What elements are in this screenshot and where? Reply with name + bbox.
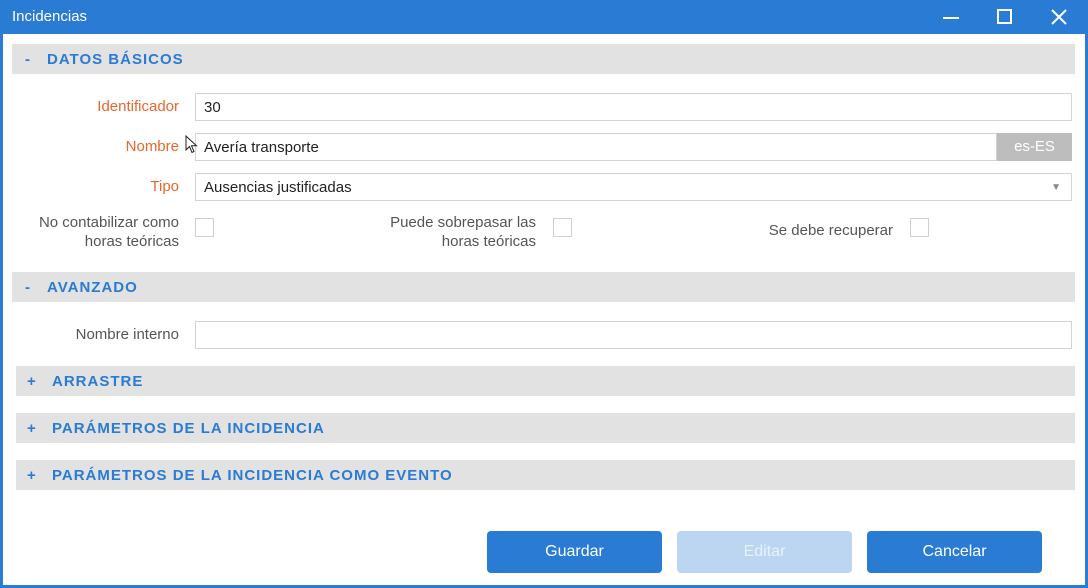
section-drag[interactable]: + ARRASTRE <box>16 366 1075 396</box>
name-input[interactable]: Avería transporte <box>195 133 997 161</box>
cancel-button[interactable]: Cancelar <box>867 531 1042 573</box>
save-button[interactable]: Guardar <box>487 531 662 573</box>
name-label: Nombre <box>125 138 179 155</box>
expand-icon: + <box>27 373 37 390</box>
section-params-event[interactable]: + PARÁMETROS DE LA INCIDENCIA COMO EVENT… <box>16 460 1075 490</box>
section-advanced-label: AVANZADO <box>47 279 138 296</box>
chevron-down-icon: ▼ <box>1051 182 1061 193</box>
section-drag-label: ARRASTRE <box>52 373 144 390</box>
expand-icon: + <box>27 420 37 437</box>
can-exceed-label-line2: horas teóricas <box>441 233 536 250</box>
section-advanced[interactable]: - AVANZADO <box>12 272 1075 302</box>
dialog-window: Incidencias - DATOS BÁSICOS Identificado… <box>0 0 1088 588</box>
edit-button[interactable]: Editar <box>677 531 852 573</box>
expand-icon: + <box>27 467 37 484</box>
section-basic-data-label: DATOS BÁSICOS <box>47 51 184 68</box>
mouse-cursor-icon <box>185 135 198 154</box>
minimize-button[interactable] <box>925 0 977 34</box>
section-params-label: PARÁMETROS DE LA INCIDENCIA <box>52 420 325 437</box>
type-select-value: Ausencias justificadas <box>204 179 352 196</box>
minimize-icon <box>943 17 959 19</box>
collapse-icon: - <box>25 279 31 296</box>
maximize-icon <box>997 9 1012 24</box>
type-label: Tipo <box>150 178 179 195</box>
type-select[interactable]: Ausencias justificadas ▼ <box>195 173 1072 201</box>
section-params-event-label: PARÁMETROS DE LA INCIDENCIA COMO EVENTO <box>52 467 453 484</box>
identifier-input[interactable]: 30 <box>195 93 1072 121</box>
no-count-label-line1: No contabilizar como <box>38 214 179 231</box>
can-exceed-label: Puede sobrepasar las horas teóricas <box>343 213 536 251</box>
section-params[interactable]: + PARÁMETROS DE LA INCIDENCIA <box>16 413 1075 443</box>
close-icon <box>1051 9 1067 25</box>
internal-name-label: Nombre interno <box>75 326 179 343</box>
no-count-label-line2: horas teóricas <box>84 233 179 250</box>
language-badge[interactable]: es-ES <box>997 133 1072 161</box>
collapse-icon: - <box>25 51 31 68</box>
close-button[interactable] <box>1033 0 1085 34</box>
no-count-label: No contabilizar como horas teóricas <box>3 213 179 251</box>
window-title: Incidencias <box>12 8 88 25</box>
internal-name-input[interactable] <box>195 321 1072 349</box>
can-exceed-checkbox[interactable] <box>553 218 572 237</box>
can-exceed-label-line1: Puede sobrepasar las <box>390 214 536 231</box>
maximize-button[interactable] <box>979 0 1031 34</box>
must-recover-checkbox[interactable] <box>910 218 929 237</box>
title-bar[interactable]: Incidencias <box>0 0 1088 34</box>
no-count-checkbox[interactable] <box>195 218 214 237</box>
identifier-label: Identificador <box>97 98 179 115</box>
section-basic-data[interactable]: - DATOS BÁSICOS <box>12 44 1075 74</box>
must-recover-label: Se debe recuperar <box>768 222 893 239</box>
